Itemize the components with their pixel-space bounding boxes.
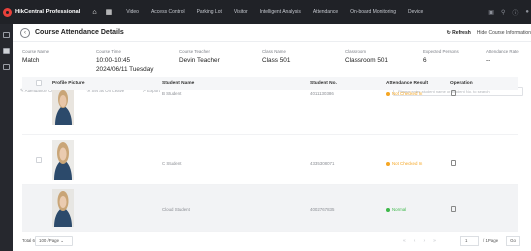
view-detail-icon[interactable] <box>451 206 456 212</box>
student-name: C Student <box>162 161 182 166</box>
sidebar-report-icon[interactable] <box>3 64 10 70</box>
sidebar-menu-icon[interactable] <box>3 32 10 38</box>
view-detail-icon[interactable] <box>451 90 456 96</box>
select-all-checkbox[interactable] <box>36 80 42 86</box>
classroom-field: Classroom Classroom 501 <box>345 49 388 65</box>
nav-item-intelligent-analysis[interactable]: Intelligent Analysis <box>260 9 301 15</box>
header-profile-picture: Profile Picture <box>52 81 85 86</box>
expected-persons-field: Expected Persons 6 <box>423 49 459 65</box>
status-dot-icon <box>386 207 390 212</box>
profile-photo <box>52 140 74 180</box>
expected-persons-value: 6 <box>423 57 427 64</box>
user-icon[interactable]: ● <box>525 9 529 15</box>
course-teacher-value: Devin Teacher <box>179 57 220 64</box>
course-time-value: 10:00-10:45 <box>96 57 131 64</box>
table-row[interactable]: Cloud Student 4002767835 Normal <box>22 185 518 232</box>
nav-item-visitor[interactable]: Visitor <box>234 9 248 15</box>
row-checkbox[interactable] <box>36 157 42 163</box>
profile-photo <box>52 189 74 227</box>
page-size-select[interactable]: 100 /Page ⌄ <box>35 236 73 246</box>
home-icon[interactable]: ⌂ <box>92 9 96 16</box>
page-number-input[interactable]: 1 <box>460 236 479 246</box>
attendance-rate-field: Attendance Rate -- <box>486 49 519 65</box>
main-nav: Video Access Control Parking Lot Visitor… <box>126 9 435 15</box>
title-bar: ‹ Course Attendance Details ↻ Refresh Hi… <box>13 24 531 42</box>
class-name-label: Class Name <box>262 49 286 54</box>
class-name-field: Class Name Class 501 <box>262 49 290 65</box>
page-title: Course Attendance Details <box>35 29 124 36</box>
hikvision-logo-icon <box>3 7 12 17</box>
course-date-value: 2024/06/11 Tuesday <box>96 66 154 73</box>
top-bar: HikCentral Professional ⌂ ▦ Video Access… <box>0 0 531 24</box>
course-name-label: Course Name <box>22 49 50 54</box>
app-title: HikCentral Professional <box>15 9 81 15</box>
refresh-button[interactable]: ↻ Refresh <box>447 30 471 36</box>
course-name-field: Course Name Match <box>22 49 49 65</box>
student-no: 4011130386 <box>310 91 334 96</box>
nav-item-access-control[interactable]: Access Control <box>151 9 185 15</box>
nav-item-parking-lot[interactable]: Parking Lot <box>197 9 222 15</box>
back-button[interactable]: ‹ <box>20 27 30 38</box>
student-name: Cloud Student <box>162 207 190 212</box>
sidebar-attendance-icon[interactable] <box>3 48 10 54</box>
student-no: 4335308071 <box>310 161 335 166</box>
status-dot-icon <box>386 161 390 166</box>
total-pages: / 1Page <box>483 238 499 243</box>
course-teacher-label: Course Teacher <box>179 49 210 54</box>
hide-course-info-button[interactable]: Hide Course Information <box>477 30 531 36</box>
pagination: Total 6 100 /Page ⌄ «‹›» 1 / 1Page Go <box>22 236 520 246</box>
page-size-value: 100 /Page <box>39 238 60 243</box>
attendance-status: Not Checked In <box>386 161 422 166</box>
course-name-value: Match <box>22 57 40 64</box>
refresh-label: Refresh <box>452 30 471 36</box>
view-detail-icon[interactable] <box>451 160 456 166</box>
help-icon[interactable]: ⓘ <box>512 8 518 17</box>
nav-item-onboard-monitoring[interactable]: On-board Monitoring <box>350 9 396 15</box>
pagination-arrows[interactable]: «‹›» <box>403 238 444 244</box>
nav-item-video[interactable]: Video <box>126 9 139 15</box>
nav-item-device[interactable]: Device <box>408 9 423 15</box>
attendance-status-text: Normal <box>392 207 407 212</box>
attendance-status: Not Checked In <box>386 91 422 96</box>
grid-menu-icon[interactable]: ▦ <box>106 8 113 16</box>
search-icon[interactable]: ⚲ <box>501 9 505 16</box>
go-button[interactable]: Go <box>506 236 520 246</box>
profile-photo <box>52 90 74 125</box>
status-dot-icon <box>386 91 390 96</box>
course-teacher-field: Course Teacher Devin Teacher <box>179 49 220 65</box>
attendance-status-text: Not Checked In <box>392 161 423 166</box>
attendance-status: Normal <box>386 207 406 212</box>
attendance-rate-label: Attendance Rate <box>486 49 519 54</box>
table-header: Profile Picture Student Name Student No.… <box>22 77 518 90</box>
header-student-no[interactable]: Student No. <box>310 81 337 86</box>
total-count: Total 6 <box>22 238 35 243</box>
left-sidebar <box>0 24 13 251</box>
class-name-value: Class 501 <box>262 57 291 64</box>
student-no: 4002767835 <box>310 207 335 212</box>
title-bar-actions: ↻ Refresh Hide Course Information <box>447 24 531 42</box>
top-right-tools: ▣ ⚲ ⓘ ● <box>488 0 529 24</box>
chevron-down-icon: ⌄ <box>60 238 64 243</box>
header-attendance-result[interactable]: Attendance Result <box>386 81 428 86</box>
table-row[interactable]: C Student 4335308071 Not Checked In <box>22 135 518 185</box>
table-row[interactable]: B Student 4011130386 Not Checked In <box>22 90 518 135</box>
header-operation: Operation <box>450 81 473 86</box>
course-time-field: Course Time 10:00-10:45 2024/06/11 Tuesd… <box>96 49 153 74</box>
attendance-status-text: Not Checked In <box>392 91 423 96</box>
classroom-value: Classroom 501 <box>345 57 388 64</box>
student-name: B Student <box>162 91 182 96</box>
course-time-label: Course Time <box>96 49 121 54</box>
expected-persons-label: Expected Persons <box>423 49 459 54</box>
screen-icon[interactable]: ▣ <box>488 9 494 16</box>
header-student-name[interactable]: Student Name <box>162 81 194 86</box>
nav-item-attendance[interactable]: Attendance <box>313 9 338 15</box>
classroom-label: Classroom <box>345 49 366 54</box>
attendance-rate-value: -- <box>486 57 491 64</box>
